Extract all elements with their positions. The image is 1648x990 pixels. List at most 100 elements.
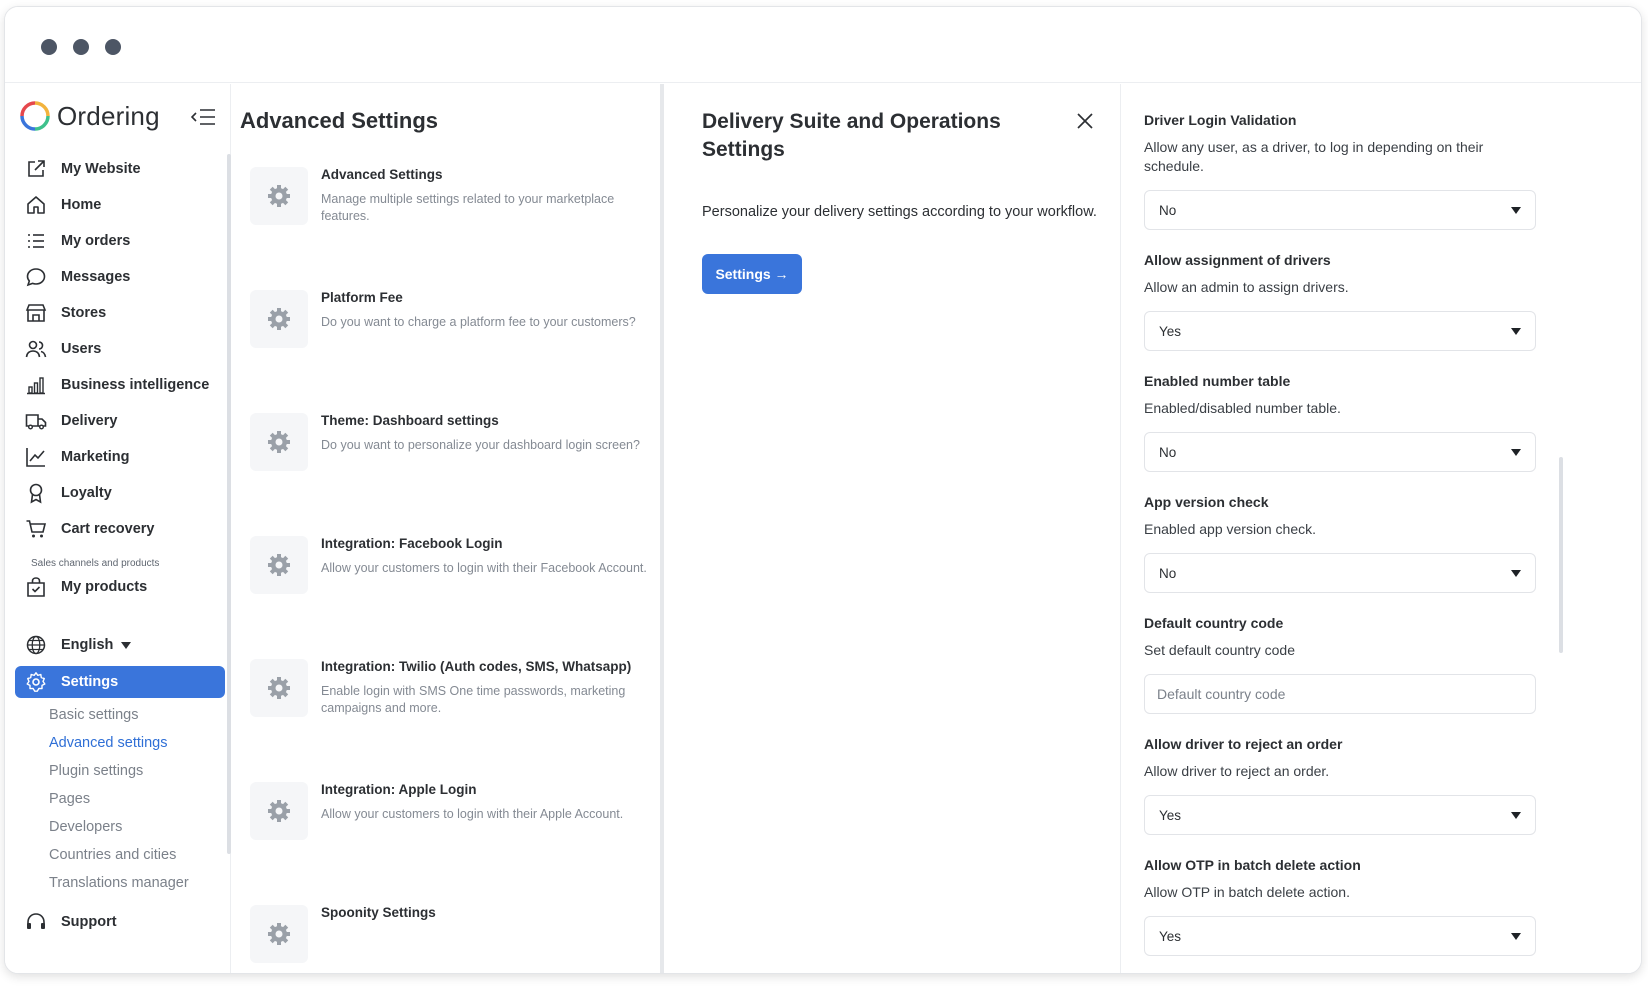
settings-item-advanced-settings[interactable]: Advanced Settings Manage multiple settin…: [250, 167, 650, 257]
default-country-code-input[interactable]: [1144, 674, 1536, 714]
select-value: No: [1159, 565, 1177, 581]
right-panel-scrollbar[interactable]: [1559, 457, 1563, 653]
caret-down-icon: [1511, 327, 1521, 335]
sub-item-translations-manager[interactable]: Translations manager: [49, 875, 189, 891]
caret-down-icon: [1511, 206, 1521, 214]
field-title: Allow OTP in batch delete action: [1144, 857, 1361, 873]
sidebar-item-support[interactable]: Support: [15, 906, 225, 938]
field-description: Allow OTP in batch delete action.: [1144, 884, 1350, 900]
app-version-check-select[interactable]: No: [1144, 553, 1536, 593]
sidebar-item-cart-recovery[interactable]: Cart recovery: [15, 513, 225, 545]
sidebar-item-my-products[interactable]: My products: [15, 571, 225, 603]
sidebar-item-label: Delivery: [61, 413, 118, 429]
sidebar-item-stores[interactable]: Stores: [15, 297, 225, 329]
settings-item-description: Do you want to personalize your dashboar…: [321, 438, 640, 452]
settings-item-spoonity[interactable]: Spoonity Settings: [250, 905, 650, 973]
settings-item-title: Spoonity Settings: [321, 905, 436, 920]
truck-icon: [25, 414, 47, 430]
sidebar-scrollbar[interactable]: [227, 154, 231, 854]
sidebar-item-my-orders[interactable]: My orders: [15, 225, 225, 257]
field-description: Allow an admin to assign drivers.: [1144, 279, 1349, 295]
select-value: Yes: [1159, 928, 1182, 944]
caret-down-icon: [1511, 448, 1521, 456]
collapse-sidebar-button[interactable]: [190, 106, 217, 128]
settings-item-twilio[interactable]: Integration: Twilio (Auth codes, SMS, Wh…: [250, 659, 650, 749]
list-icon: [28, 234, 44, 248]
caret-down-icon: [1511, 811, 1521, 819]
language-selector[interactable]: English: [15, 629, 225, 661]
advanced-settings-panel: Advanced Settings Advanced Settings Mana…: [232, 84, 660, 973]
language-label: English: [61, 637, 114, 653]
sub-item-plugin-settings[interactable]: Plugin settings: [49, 763, 143, 779]
ordering-logo-icon: [20, 101, 50, 131]
sidebar-item-messages[interactable]: Messages: [15, 261, 225, 293]
caret-down-icon: [1511, 569, 1521, 577]
driver-settings-panel: Driver Login Validation Allow any user, …: [1122, 84, 1641, 973]
section-label-sales-channels: Sales channels and products: [31, 558, 160, 569]
driver-login-validation-select[interactable]: No: [1144, 190, 1536, 230]
select-value: Yes: [1159, 323, 1182, 339]
sub-item-advanced-settings[interactable]: Advanced settings: [49, 735, 168, 751]
settings-item-description: Allow your customers to login with their…: [321, 807, 624, 821]
logo[interactable]: Ordering: [19, 100, 160, 132]
settings-item-title: Theme: Dashboard settings: [321, 413, 499, 428]
select-value: No: [1159, 444, 1177, 460]
gear-icon: [26, 672, 46, 692]
title-bar: [5, 7, 1641, 83]
sidebar-item-my-website[interactable]: My Website: [15, 153, 225, 185]
sidebar-item-label: Messages: [61, 269, 131, 285]
number-table-select[interactable]: No: [1144, 432, 1536, 472]
sidebar-item-label: Marketing: [61, 449, 130, 465]
allow-assignment-select[interactable]: Yes: [1144, 311, 1536, 351]
sidebar-item-business-intelligence[interactable]: Business intelligence: [15, 369, 225, 401]
settings-item-theme-dashboard[interactable]: Theme: Dashboard settings Do you want to…: [250, 413, 650, 503]
external-link-icon: [28, 160, 45, 177]
page-title: Advanced Settings: [240, 108, 439, 133]
caret-down-icon: [1511, 932, 1521, 940]
gear-icon: [250, 659, 308, 717]
settings-item-apple-login[interactable]: Integration: Apple Login Allow your cust…: [250, 782, 650, 872]
close-icon: [1077, 113, 1093, 129]
sidebar-item-label: Home: [61, 197, 102, 213]
sub-item-pages[interactable]: Pages: [49, 791, 90, 807]
otp-batch-delete-select[interactable]: Yes: [1144, 916, 1536, 956]
sidebar-item-label: Cart recovery: [61, 521, 155, 537]
sidebar-item-loyalty[interactable]: Loyalty: [15, 477, 225, 509]
field-description: Allow any user, as a driver, to log in d…: [1144, 139, 1484, 174]
bar-chart-icon: [27, 377, 45, 395]
field-enabled-number-table: Enabled number table Enabled/disabled nu…: [1144, 373, 1536, 472]
sidebar-item-label: Users: [61, 341, 102, 357]
sidebar-item-label: My orders: [61, 233, 131, 249]
sidebar-item-settings[interactable]: Settings: [15, 666, 225, 698]
maximize-window-dot[interactable]: [105, 39, 121, 55]
award-icon: [29, 483, 43, 504]
minimize-window-dot[interactable]: [73, 39, 89, 55]
settings-item-title: Integration: Apple Login: [321, 782, 477, 797]
users-icon: [25, 340, 47, 358]
sub-item-countries-and-cities[interactable]: Countries and cities: [49, 847, 176, 863]
bag-check-icon: [27, 577, 45, 597]
field-title: Default country code: [1144, 615, 1284, 631]
settings-item-title: Integration: Twilio (Auth codes, SMS, Wh…: [321, 659, 632, 674]
delivery-suite-panel: Delivery Suite and Operations Settings P…: [664, 84, 1121, 973]
sidebar-item-marketing[interactable]: Marketing: [15, 441, 225, 473]
settings-button[interactable]: Settings →: [702, 254, 802, 294]
settings-item-facebook-login[interactable]: Integration: Facebook Login Allow your c…: [250, 536, 650, 626]
sub-item-developers[interactable]: Developers: [49, 819, 122, 835]
select-value: No: [1159, 202, 1177, 218]
field-allow-assignment-of-drivers: Allow assignment of drivers Allow an adm…: [1144, 252, 1536, 351]
sidebar-item-delivery[interactable]: Delivery: [15, 405, 225, 437]
sidebar-item-users[interactable]: Users: [15, 333, 225, 365]
close-window-dot[interactable]: [41, 39, 57, 55]
reject-order-select[interactable]: Yes: [1144, 795, 1536, 835]
settings-item-description: Enable login with SMS One time passwords…: [321, 684, 626, 715]
sidebar-item-home[interactable]: Home: [15, 189, 225, 221]
gear-icon: [250, 167, 308, 225]
settings-item-platform-fee[interactable]: Platform Fee Do you want to charge a pla…: [250, 290, 650, 380]
home-icon: [27, 196, 45, 214]
close-button[interactable]: [1074, 110, 1096, 132]
gear-icon: [250, 905, 308, 963]
field-title: Allow driver to reject an order: [1144, 736, 1343, 752]
sub-item-basic-settings[interactable]: Basic settings: [49, 707, 138, 723]
chat-icon: [26, 268, 46, 287]
